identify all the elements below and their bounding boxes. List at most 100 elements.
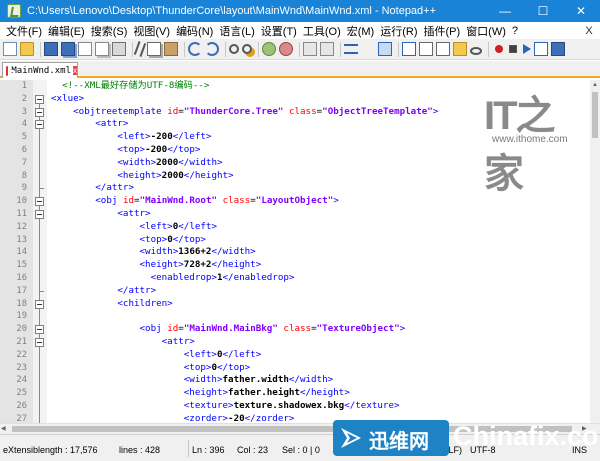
open-file-icon[interactable] [20,42,34,56]
vertical-scrollbar[interactable]: ▲ [590,80,600,423]
undo-icon[interactable] [188,42,202,56]
minimize-button[interactable]: — [486,0,524,22]
save-all-icon[interactable] [61,42,75,56]
scroll-left-icon[interactable]: ◀ [1,424,6,434]
code-line[interactable]: 25 <height>father.height</height> [0,387,590,400]
chinafix-brand: Chinafix.com [453,421,600,451]
zoom-out-icon[interactable] [279,42,293,56]
save-icon[interactable] [44,42,58,56]
menu-item-6[interactable]: 设置(T) [258,23,300,39]
line-code: <height>2000</height> [117,169,234,181]
ithome-site-text: www.ithome.com [492,134,568,145]
document-map-icon[interactable] [419,42,433,56]
toolbar-separator [40,41,41,57]
maximize-button[interactable]: ☐ [524,0,562,22]
copy-icon[interactable] [147,42,161,56]
replace-icon[interactable] [242,44,252,54]
cut-icon[interactable] [133,41,147,57]
tab-mainwnd-xml[interactable]: MainWnd.xml x [2,62,78,78]
line-number: 23 [16,362,27,373]
chinafix-badge: 迅维网 [333,420,449,456]
indent-guide-icon[interactable] [378,42,392,56]
sync-horizontal-icon[interactable] [320,42,334,56]
status-column: Col : 23 [237,445,269,455]
code-line[interactable]: 19 [0,310,590,323]
line-number: 25 [16,388,27,399]
line-number: 15 [16,260,27,271]
stop-macro-icon[interactable] [509,45,517,53]
line-number: 11 [16,209,27,219]
scroll-up-icon[interactable]: ▲ [590,80,600,90]
find-icon[interactable] [229,44,239,54]
menu-item-9[interactable]: 运行(R) [377,23,420,39]
menu-item-11[interactable]: 窗口(W) [463,23,509,39]
menu-item-0[interactable]: 文件(F) [3,23,45,39]
redo-icon[interactable] [205,42,219,56]
tab-close-icon[interactable]: x [73,66,77,75]
code-line[interactable]: 23 <top>0</top> [0,362,590,375]
code-line[interactable]: 15 <height>728+2</height> [0,259,590,272]
code-line[interactable]: 17 </attr> [0,285,590,298]
line-number: 8 [21,170,27,181]
line-code: <left>0</left> [139,220,217,232]
code-line[interactable]: 14 <width>1366+2</width> [0,246,590,259]
sync-vertical-icon[interactable] [303,42,317,56]
close-file-icon[interactable] [78,42,92,56]
menu-item-10[interactable]: 插件(P) [421,23,464,39]
word-wrap-icon[interactable] [344,44,358,54]
status-divider [188,440,189,457]
line-code: <width>2000</width> [117,156,223,168]
print-icon[interactable] [112,42,126,56]
code-line[interactable]: 20 <obj id="MainWnd.MainBkg" class="Text… [0,323,590,336]
menu-item-5[interactable]: 语言(L) [216,23,257,39]
line-number: 7 [21,157,27,168]
record-macro-icon[interactable] [495,45,503,53]
toolbar [0,39,600,60]
monitoring-icon[interactable] [470,46,482,55]
menu-item-2[interactable]: 搜索(S) [88,23,131,39]
folder-workspace-icon[interactable] [453,42,467,56]
menu-item-8[interactable]: 宏(M) [344,23,378,39]
line-code: <left>0</left> [183,348,262,360]
paste-icon[interactable] [164,42,178,56]
line-code: <height>728+2</height> [139,259,262,271]
line-code: <xlue> [51,92,85,104]
menu-item-4[interactable]: 编码(N) [173,23,216,39]
menu-item-7[interactable]: 工具(O) [300,23,344,39]
code-line[interactable]: 26 <texture>texture.shadowex.bkg</textur… [0,400,590,413]
line-code: <width>father.width</width> [183,374,334,386]
code-line[interactable]: 16 <enabledrop>1</enabledrop> [0,272,590,285]
zoom-in-icon[interactable] [262,42,276,56]
function-list-icon[interactable] [436,42,450,56]
new-file-icon[interactable] [3,42,17,56]
code-line[interactable]: 21 <attr> [0,336,590,349]
line-number: 1 [21,81,27,91]
show-all-chars-icon[interactable] [361,42,375,56]
code-line[interactable]: 22 <left>0</left> [0,349,590,362]
code-line[interactable]: 18 <children> [0,298,590,311]
status-lines: lines : 428 [119,445,161,455]
save-macro-icon[interactable] [551,42,565,56]
toolbar-separator [299,41,300,57]
line-number: 17 [16,285,27,296]
user-language-icon[interactable] [402,42,416,56]
status-length: length : 17,576 [38,445,98,455]
code-line[interactable]: 11 <attr> [0,208,590,221]
close-document-icon[interactable]: X [582,24,596,38]
code-line[interactable]: 12 <left>0</left> [0,221,590,234]
menu-item-3[interactable]: 视图(V) [130,23,173,39]
line-number: 21 [16,337,27,347]
notepad-plus-plus-app-icon[interactable] [7,4,21,18]
line-number: 18 [16,298,27,309]
close-all-icon[interactable] [95,42,109,56]
line-code: <left>-200</left> [117,131,212,143]
code-line[interactable]: 13 <top>0</top> [0,234,590,247]
close-button[interactable]: ✕ [562,0,600,22]
menu-item-12[interactable]: ? [509,25,521,37]
menu-item-1[interactable]: 编辑(E) [45,23,88,39]
toolbar-separator [225,41,226,57]
code-line[interactable]: 24 <width>father.width</width> [0,374,590,387]
vertical-scroll-thumb[interactable] [592,92,598,138]
run-macro-multiple-icon[interactable] [534,42,548,56]
play-macro-icon[interactable] [523,44,531,54]
